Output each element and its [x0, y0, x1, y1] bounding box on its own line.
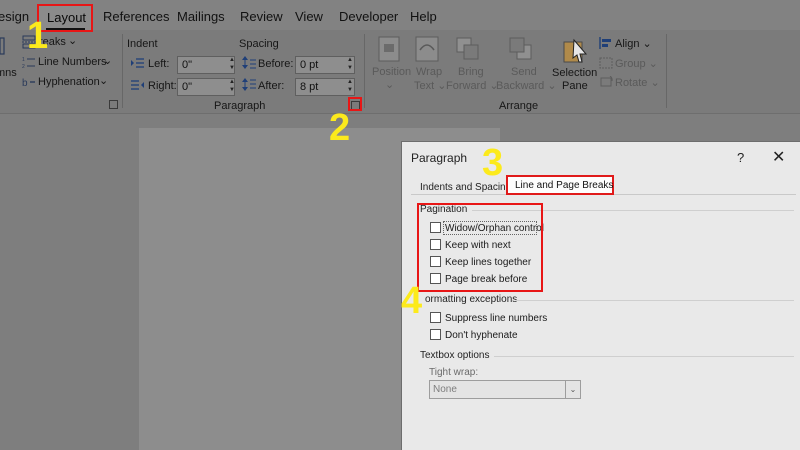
- indent-right-label: Right:: [148, 80, 177, 92]
- hyphenation-button[interactable]: Hyphenation: [38, 76, 100, 88]
- bring-forward-icon: [456, 37, 479, 60]
- position-icon: [378, 36, 400, 62]
- indent-left-label: Left:: [148, 58, 170, 70]
- wrap-text-icon: [415, 36, 439, 62]
- group-button[interactable]: Group ⌄: [615, 57, 658, 70]
- page-setup-launcher-icon[interactable]: [109, 100, 118, 109]
- dont-hyphenate-checkbox[interactable]: [430, 329, 441, 340]
- textbox-options-section-label: Textbox options: [420, 350, 490, 361]
- tab-review[interactable]: Review: [240, 9, 283, 24]
- rotate-button[interactable]: Rotate ⌄: [615, 76, 660, 89]
- tab-view[interactable]: View: [295, 9, 323, 24]
- indent-right-icon: [131, 80, 144, 90]
- line-numbers-button[interactable]: Line Numbers: [38, 56, 106, 68]
- spacing-after-label: After:: [258, 80, 285, 92]
- rotate-icon: [600, 76, 613, 87]
- send-backward-line1[interactable]: Send: [511, 66, 537, 78]
- tab-mailings[interactable]: Mailings: [177, 9, 225, 24]
- suppress-line-numbers-label[interactable]: Suppress line numbers: [445, 313, 547, 324]
- hyphenation-caret-icon[interactable]: ⌄: [99, 74, 108, 87]
- tab-references[interactable]: References: [103, 9, 169, 24]
- align-icon: [599, 37, 611, 49]
- tab-design[interactable]: esign: [0, 9, 29, 24]
- tab-line-and-page-breaks-label: Line and Page Breaks: [515, 180, 614, 191]
- suppress-line-numbers-checkbox[interactable]: [430, 312, 441, 323]
- step-number-2: 2: [329, 107, 351, 149]
- dont-hyphenate-label[interactable]: Don't hyphenate: [445, 330, 518, 341]
- section-divider: [494, 356, 794, 357]
- tight-wrap-value: None: [433, 384, 457, 395]
- svg-text:1: 1: [22, 57, 25, 63]
- chevron-down-icon[interactable]: ⌄: [565, 381, 580, 398]
- indent-left-spinner-icon[interactable]: ▲ ▼: [228, 56, 236, 74]
- selection-pane-line1[interactable]: Selection: [552, 67, 597, 79]
- position-caret-icon[interactable]: ⌄: [385, 78, 394, 91]
- svg-text:b: b: [22, 78, 28, 89]
- line-numbers-icon: 12: [22, 57, 35, 69]
- close-icon[interactable]: ✕: [772, 147, 785, 167]
- wrap-text-line1[interactable]: Wrap: [416, 66, 442, 78]
- breaks-caret-icon[interactable]: ⌄: [68, 34, 77, 47]
- group-separator: [666, 34, 667, 108]
- wrap-text-line2[interactable]: Text ⌄: [414, 79, 446, 92]
- spacing-before-icon: [242, 56, 256, 69]
- bring-forward-line2[interactable]: Forward ⌄: [446, 79, 499, 92]
- step-number-1: 1: [27, 15, 49, 57]
- ribbon-panel: mns reaks ⌄ 12 Line Numbers ⌄ b Hyphenat…: [0, 30, 800, 114]
- group-separator: [122, 34, 123, 108]
- columns-button-label[interactable]: mns: [0, 67, 17, 79]
- bring-forward-line1[interactable]: Bring: [458, 66, 484, 78]
- indent-right-input[interactable]: 0": [177, 78, 235, 96]
- tab-line-and-page-breaks[interactable]: Line and Page Breaks: [506, 175, 614, 195]
- paragraph-dialog: Paragraph ? ✕ Indents and Spacing Line a…: [401, 141, 800, 450]
- columns-icon: [0, 37, 5, 55]
- spacing-before-spinner-icon[interactable]: ▲ ▼: [346, 56, 354, 74]
- send-backward-icon: [509, 37, 532, 60]
- hyphenation-icon: b: [22, 78, 35, 89]
- position-button[interactable]: Position: [372, 66, 411, 78]
- formatting-exceptions-section-label: ormatting exceptions: [425, 294, 518, 305]
- selection-pane-line2[interactable]: Pane: [562, 80, 588, 92]
- line-numbers-caret-icon[interactable]: ⌄: [103, 54, 112, 67]
- step-number-3: 3: [482, 142, 504, 184]
- group-separator: [364, 34, 365, 108]
- help-icon[interactable]: ?: [737, 150, 744, 165]
- tab-developer[interactable]: Developer: [339, 9, 398, 24]
- spacing-before-label: Before:: [258, 58, 294, 70]
- svg-text:2: 2: [22, 64, 25, 69]
- align-button[interactable]: Align ⌄: [615, 37, 652, 50]
- group-icon: [599, 57, 613, 69]
- spacing-after-icon: [242, 78, 256, 91]
- tab-help[interactable]: Help: [410, 9, 437, 24]
- spacing-after-spinner-icon[interactable]: ▲ ▼: [346, 78, 354, 96]
- tight-wrap-label: Tight wrap:: [429, 367, 479, 378]
- indent-left-input[interactable]: 0": [177, 56, 235, 74]
- indent-right-spinner-icon[interactable]: ▲ ▼: [228, 78, 236, 96]
- highlight-pagination-options: [417, 203, 543, 292]
- arrange-group-label: Arrange: [499, 100, 539, 112]
- paragraph-group-label: Paragraph: [214, 100, 266, 112]
- send-backward-line2[interactable]: Backward ⌄: [496, 79, 557, 92]
- selection-pane-icon: [563, 38, 588, 63]
- tight-wrap-select[interactable]: None ⌄: [429, 380, 581, 399]
- indent-label: Indent: [127, 38, 158, 50]
- step-number-4: 4: [401, 280, 423, 322]
- dialog-title: Paragraph: [411, 151, 468, 165]
- indent-left-icon: [131, 58, 144, 68]
- section-divider: [516, 300, 794, 301]
- spacing-label: Spacing: [239, 38, 279, 50]
